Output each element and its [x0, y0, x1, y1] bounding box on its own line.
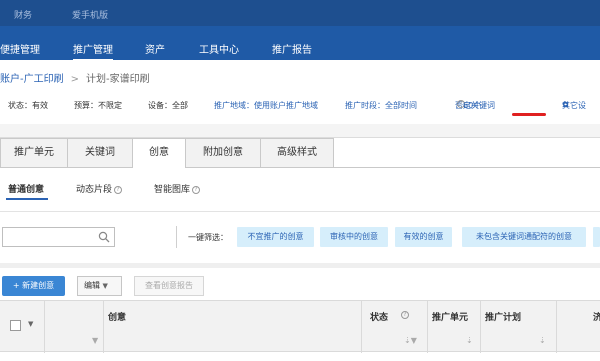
quick-filter-label: 一键筛选：: [188, 233, 228, 242]
nav-item-tool-center[interactable]: 工具中心: [199, 41, 239, 56]
nav-item-promotion-report[interactable]: 推广报告: [272, 41, 312, 56]
status-time[interactable]: 推广时段：全部时间: [345, 100, 417, 111]
status-budget[interactable]: 预算：不限定: [74, 100, 122, 111]
breadcrumb-account-link[interactable]: 账户-广工印刷: [0, 74, 64, 85]
tab-advanced-style[interactable]: 高级样式: [260, 138, 334, 167]
active-subtab-indicator: [6, 198, 48, 200]
help-icon: ?: [401, 311, 409, 319]
search-input[interactable]: [2, 227, 115, 247]
topbar-mobile-link[interactable]: 爱手机版: [72, 8, 108, 21]
top-bar: 财务 爱手机版: [0, 0, 600, 26]
select-all-checkbox[interactable]: [10, 320, 21, 331]
filter-separator: [176, 226, 177, 248]
edit-dropdown-button[interactable]: 编辑 ▼: [77, 276, 122, 296]
filter-chip-reviewing[interactable]: 审核中的创意: [320, 227, 388, 247]
tab-keywords[interactable]: 关键词: [67, 138, 133, 167]
filter-chip-unsuitable[interactable]: 不宜推广的创意: [237, 227, 314, 247]
subtab-dynamic-snippet-label: 动态片段: [76, 185, 113, 195]
status-device[interactable]: 设备：全部: [148, 100, 188, 111]
sort-icon[interactable]: ⇣: [539, 336, 546, 345]
chevron-down-icon[interactable]: ▼: [28, 320, 33, 328]
subtab-dynamic-snippet[interactable]: 动态片段?: [76, 182, 123, 195]
new-creative-button[interactable]: + 新建创意: [2, 276, 65, 296]
nav-item-quick-manage[interactable]: 便捷管理: [0, 41, 40, 56]
chevron-down-icon: ▼: [102, 282, 108, 290]
subtab-normal-creative[interactable]: 普通创意: [8, 182, 44, 195]
main-nav: 便捷管理 推广管理 资产 工具中心 推广报告: [0, 26, 600, 61]
column-header-campaign[interactable]: 推广计划: [485, 310, 521, 323]
view-creative-report-button[interactable]: 查看创意报告: [134, 276, 204, 296]
table-row[interactable]: [0, 353, 600, 361]
breadcrumb-plan: 计划-家谱印刷: [86, 74, 150, 85]
ad-group-column: 推广单元 ⇣: [428, 301, 481, 353]
creative-subtabs: 普通创意 动态片段? 智能图库?: [0, 176, 600, 200]
column-header-creative[interactable]: 创意: [108, 310, 126, 323]
icon-column: ▼: [45, 301, 104, 353]
tab-ad-group[interactable]: 推广单元: [0, 138, 68, 167]
breadcrumb: 账户-广工印刷 > 计划-家谱印刷: [0, 70, 150, 86]
sort-icon[interactable]: ⇣: [466, 336, 473, 345]
filter-chip-valid[interactable]: 有效的创意: [395, 227, 452, 247]
other-settings-label: 其它设: [562, 101, 586, 110]
creative-table-header: ▼ ▼ 创意 状态 ? ⇣▼ 推广单元 ⇣ 推广计划 ⇣ 济: [0, 300, 600, 353]
search-icon[interactable]: [98, 231, 110, 243]
breadcrumb-separator: >: [70, 74, 79, 85]
status-region[interactable]: 推广地域：使用账户推广地域: [214, 100, 318, 111]
status-column: 状态 ? ⇣▼: [362, 301, 428, 353]
filter-icon[interactable]: ▼: [92, 336, 98, 345]
highlight-underline: [512, 113, 546, 116]
plan-status-bar: 状态：有效 预算：不限定 设备：全部 推广地域：使用账户推广地域 推广时段：全部…: [0, 100, 600, 114]
filter-chip-more[interactable]: [593, 227, 600, 247]
negative-keywords-count: ：60个: [455, 101, 482, 110]
help-icon: ?: [192, 185, 201, 194]
status-state: 状态：有效: [8, 101, 48, 110]
subtab-smart-gallery[interactable]: 智能图库?: [154, 182, 201, 195]
edit-label: 编辑: [84, 281, 100, 290]
nav-item-assets[interactable]: 资产: [145, 41, 165, 56]
subtab-smart-gallery-label: 智能图库: [154, 185, 191, 195]
campaign-column: 推广计划 ⇣: [481, 301, 557, 353]
filter-chip-no-wildcard[interactable]: 未包含关键词通配符的创意: [462, 227, 586, 247]
column-header-extra[interactable]: 济: [593, 310, 600, 323]
extra-column: 济: [557, 301, 600, 353]
sort-filter-icon[interactable]: ⇣▼: [404, 336, 417, 345]
topbar-finance-link[interactable]: 财务: [14, 8, 32, 21]
column-header-status[interactable]: 状态: [370, 310, 388, 323]
nav-item-promotion-manage[interactable]: 推广管理: [73, 41, 113, 61]
select-all-column: ▼: [0, 301, 45, 353]
help-icon: ?: [114, 185, 123, 194]
tab-creative[interactable]: 创意: [132, 138, 186, 168]
column-header-ad-group[interactable]: 推广单元: [432, 310, 468, 323]
toolbar-band: [0, 263, 600, 268]
section-band: [0, 124, 600, 138]
tab-additional-creative[interactable]: 附加创意: [185, 138, 261, 167]
creative-column: 创意: [104, 301, 362, 353]
level-tabs: 推广单元 关键词 创意 附加创意 高级样式: [0, 138, 600, 168]
divider: [0, 211, 600, 212]
